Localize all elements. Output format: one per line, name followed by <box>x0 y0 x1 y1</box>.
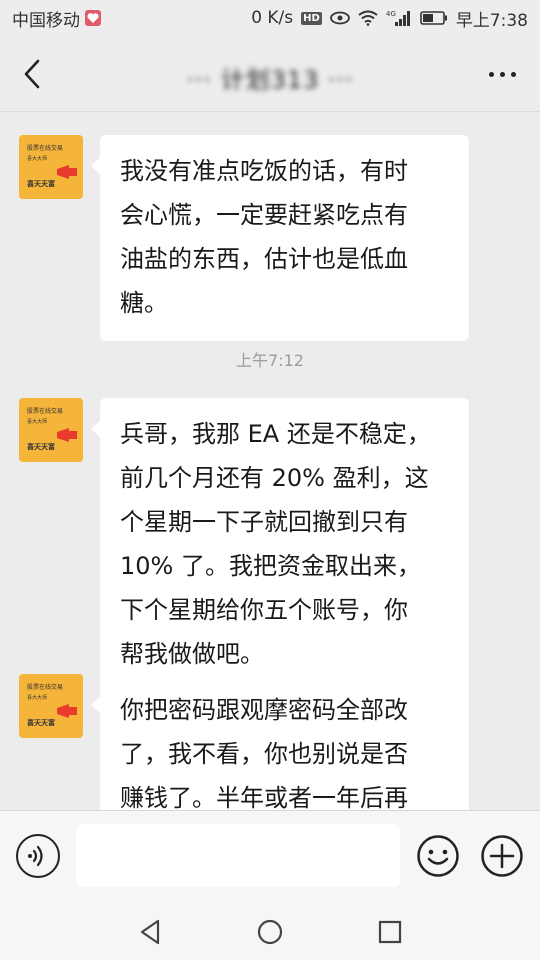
message-bubble[interactable]: 你把密码跟观摩密码全部改 了，我不看，你也别说是否 赚钱了。半年或者一年后再 <box>91 674 469 810</box>
message-line: 兵哥，我那 EA 还是不稳定， <box>120 420 431 448</box>
battery-icon <box>420 11 447 25</box>
megaphone-icon <box>57 704 77 718</box>
bubble-tail <box>91 420 101 438</box>
status-bar: 中国移动 0 K/s HD 4G 早上7:38 <box>0 0 540 36</box>
avatar-text: 喜大大师 <box>27 695 48 701</box>
message-line: 10% 了。我把资金取出来， <box>120 552 421 580</box>
svg-text:4G: 4G <box>386 10 396 18</box>
circle-home-icon <box>257 919 283 945</box>
chat-header: ··· 计划313 ··· <box>0 36 540 112</box>
bubble-tail <box>91 157 101 175</box>
voice-button[interactable] <box>16 834 60 878</box>
more-dot <box>499 71 505 77</box>
avatar-text: 喜天天富 <box>27 719 55 727</box>
message-line: 我没有准点吃饭的话，有时 <box>120 157 408 185</box>
nav-home-button[interactable] <box>255 917 285 947</box>
avatar-text: 股票在线交易 <box>27 408 64 415</box>
message-line: 糖。 <box>120 289 168 317</box>
sender-avatar[interactable]: 股票在线交易 喜大大师 喜天天富 <box>19 674 83 738</box>
message-line: 了，我不看，你也别说是否 <box>120 740 408 768</box>
message-line: 下个星期给你五个账号，你 <box>120 596 408 624</box>
status-time: 早上7:38 <box>455 10 528 31</box>
message-bubble[interactable]: 兵哥，我那 EA 还是不稳定， 前几个月还有 20% 盈利，这 个星期一下子就回… <box>91 398 469 692</box>
carrier-heart-icon <box>85 10 101 26</box>
more-button[interactable] <box>482 56 522 92</box>
chat-title: ··· 计划313 ··· <box>186 66 354 94</box>
wifi-icon <box>358 10 378 26</box>
square-recent-icon <box>378 920 402 944</box>
triangle-back-icon <box>140 919 160 945</box>
message-line: 前几个月还有 20% 盈利，这 <box>120 464 429 492</box>
nav-recent-button[interactable] <box>375 917 405 947</box>
voice-icon <box>28 845 43 867</box>
message-line: 你把密码跟观摩密码全部改 <box>120 696 408 724</box>
message-timestamp: 上午7:12 <box>236 351 304 370</box>
megaphone-icon <box>57 165 77 179</box>
sender-avatar[interactable]: 股票在线交易 喜大大师 喜天天富 <box>19 398 83 462</box>
message-list[interactable]: 股票在线交易 喜大大师 喜天天富 我没有准点吃饭的话，有时 会心慌，一定要赶紧吃… <box>0 113 540 810</box>
message-line: 会心慌，一定要赶紧吃点有 <box>120 201 408 229</box>
nav-back-button[interactable] <box>136 917 166 947</box>
sender-avatar[interactable]: 股票在线交易 喜大大师 喜天天富 <box>19 135 83 199</box>
bubble-tail <box>91 696 101 714</box>
signal-icon: 4G <box>386 10 410 26</box>
more-actions-button[interactable] <box>480 834 524 878</box>
status-right: 0 K/s HD 4G 早上7:38 <box>251 6 528 31</box>
emoji-icon <box>417 835 459 877</box>
message-line: 油盐的东西，估计也是低血 <box>120 245 408 273</box>
status-left: 中国移动 <box>12 6 102 31</box>
hd-badge: HD <box>301 11 322 25</box>
message-input[interactable] <box>76 824 400 887</box>
emoji-button[interactable] <box>416 834 460 878</box>
avatar-text: 喜天天富 <box>27 180 55 188</box>
message-bubble[interactable]: 我没有准点吃饭的话，有时 会心慌，一定要赶紧吃点有 油盐的东西，估计也是低血 糖… <box>91 135 469 341</box>
avatar-text: 股票在线交易 <box>27 684 64 691</box>
avatar-text: 喜大大师 <box>27 419 48 425</box>
carrier-name: 中国移动 <box>12 10 80 31</box>
message-line: 帮我做做吧。 <box>120 640 264 668</box>
message-line: 个星期一下子就回撤到只有 <box>120 508 408 536</box>
message-line: 赚钱了。半年或者一年后再 <box>120 784 408 810</box>
more-dot <box>510 71 516 77</box>
avatar-text: 股票在线交易 <box>27 145 64 152</box>
plus-icon <box>481 835 523 877</box>
avatar-text: 喜天天富 <box>27 443 55 451</box>
more-dot <box>488 71 494 77</box>
avatar-text: 喜大大师 <box>27 156 48 162</box>
input-bar <box>0 810 540 905</box>
system-nav-bar <box>0 905 540 960</box>
eye-icon <box>329 11 350 25</box>
net-speed: 0 K/s <box>251 8 294 28</box>
megaphone-icon <box>57 428 77 442</box>
